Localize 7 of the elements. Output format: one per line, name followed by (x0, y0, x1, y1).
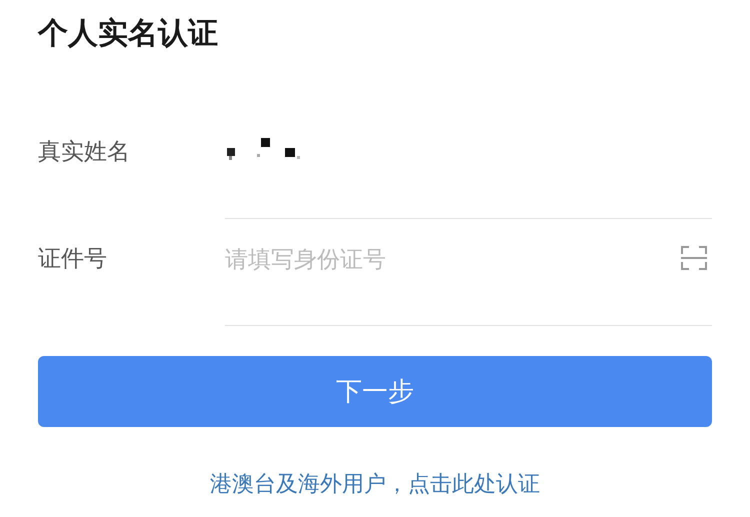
next-button[interactable]: 下一步 (38, 356, 712, 427)
page-title: 个人实名认证 (38, 15, 219, 53)
scan-icon[interactable] (680, 245, 708, 271)
overseas-link[interactable]: 港澳台及海外用户，点击此处认证 (210, 472, 540, 497)
field-label: 真实姓名 (38, 138, 131, 167)
field-label: 证件号 (38, 245, 108, 274)
id-number-field[interactable]: 请填写身份证号 (225, 239, 680, 281)
